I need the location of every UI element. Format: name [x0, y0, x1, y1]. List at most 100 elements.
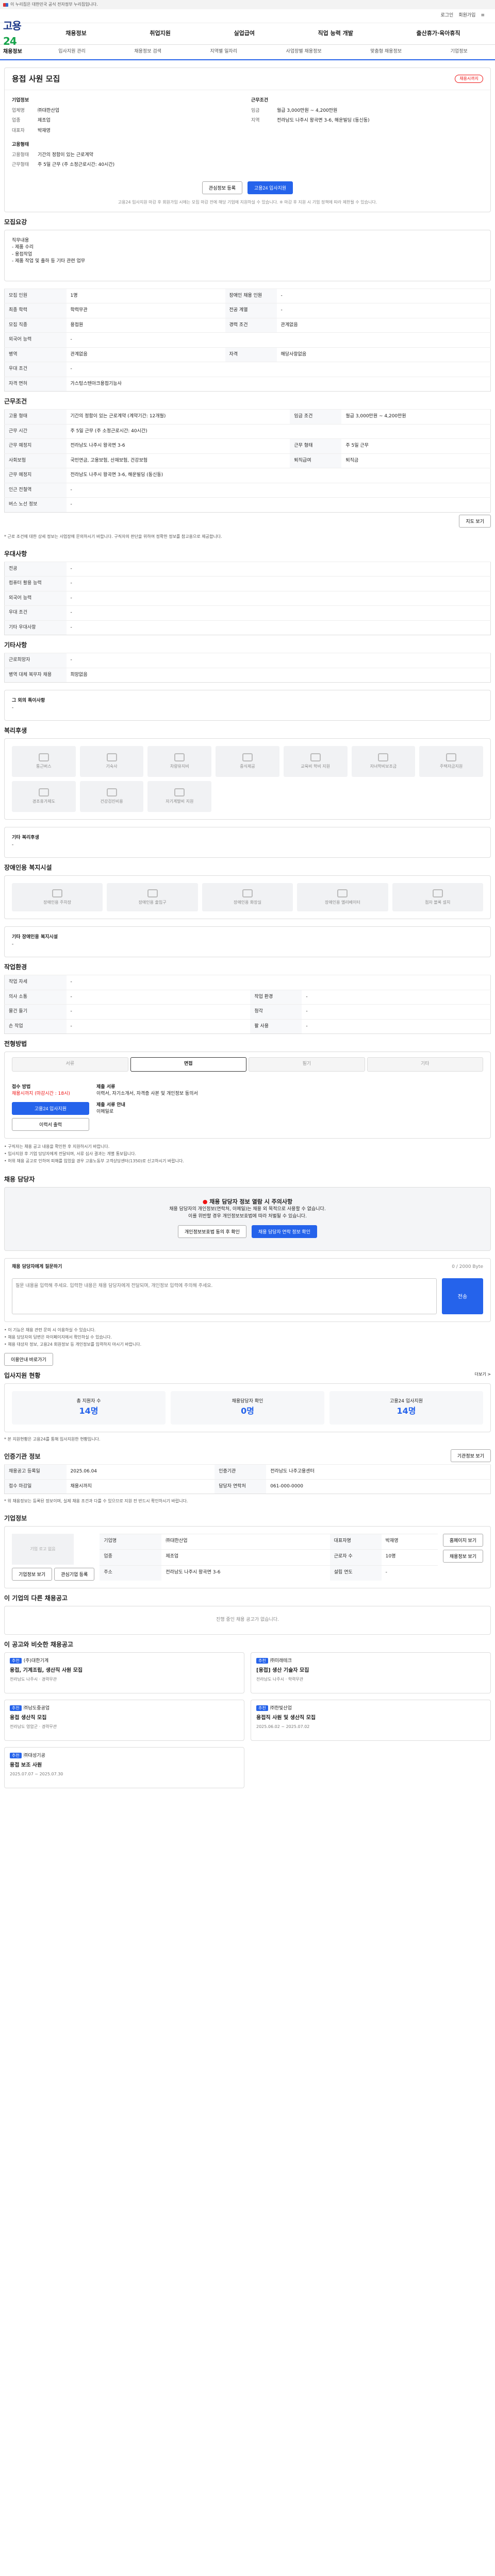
status-more-link[interactable]: 더보기 > [475, 1371, 491, 1378]
subnav-item[interactable]: 기업정보 [451, 48, 468, 56]
facility-item: 장애인용 화장실 [202, 883, 293, 911]
row-value: 국민연금, 고용보험, 산재보험, 건강보험 [66, 453, 290, 468]
info-value: 박재영 [38, 128, 51, 133]
join-link[interactable]: 회원가입 [458, 12, 475, 20]
row-value: 전라남도 나주시 왕곡면 3-6 [161, 1565, 330, 1581]
info-row: 임금 월급 3,000만원 ~ 4,200만원 [251, 108, 483, 115]
recommend-card[interactable]: 추천 ㈜미래테크 [용접] 생산 기술자 모집 전라남도 나주시 · 학력무관 [251, 1652, 491, 1693]
row-key-2: 전공 계열 [225, 303, 277, 318]
detail-line: - 제품 수리 [12, 245, 34, 250]
menu-icon[interactable]: ≡ [481, 12, 485, 20]
recommend-card[interactable]: 추천 ㈜한빛산업 용접직 사원 및 생산직 모집 2025.06.02 ~ 2025.… [251, 1699, 491, 1741]
subnav-item[interactable]: 지역별 일자리 [210, 48, 237, 56]
company-info-button[interactable]: 기업정보 보기 [12, 1568, 53, 1581]
subnav-item[interactable]: 맞춤형 채용정보 [370, 48, 402, 56]
recommend-card[interactable]: 추천 (주)대한기계 용접, 기계조립, 생산직 사원 모집 전라남도 나주시 · 경… [4, 1652, 244, 1693]
method-tabs: 서류 면접 필기 기타 [5, 1052, 490, 1077]
row-value: - [66, 497, 491, 512]
section-status: 입사지원 현황 [4, 1371, 41, 1379]
recommend-company: (주)대한기계 [23, 1658, 49, 1664]
scrap-button[interactable]: 관심정보 등록 [202, 181, 242, 194]
welfare-icon [38, 788, 49, 796]
row-key: 병역 [4, 347, 67, 362]
question-input[interactable] [12, 1278, 437, 1314]
welfare-icon [106, 753, 117, 761]
row-value: - [66, 975, 491, 990]
table-row: 컴퓨터 활용 능력 - [4, 576, 491, 591]
table-row: 병역 대체 복무자 채용 희망없음 [4, 667, 491, 683]
menu-item[interactable]: 출산휴가·육아휴직 [417, 29, 460, 38]
tab-3[interactable]: 기타 [367, 1057, 483, 1072]
row-value: 희망없음 [66, 667, 491, 683]
agree-button[interactable]: 개인정보보호법 동의 후 확인 [178, 1225, 246, 1238]
recommend-card[interactable]: 추천 ㈜대성기공 용접 보조 사원 2025.07.07 ~ 2025.07.30 [4, 1747, 244, 1788]
homepage-button[interactable]: 홈페이지 보기 [442, 1534, 483, 1547]
welfare-box-title: 기타 복리후생 [12, 835, 39, 840]
table-row: 고용 형태 기간의 정함이 있는 근로계약 (계약기간: 12개월) 임금 조건 월급… [4, 409, 491, 424]
subnav-item[interactable]: 채용정보 검색 [134, 48, 161, 56]
row-value: 학력무관 [66, 303, 225, 318]
row-value-2: 퇴직금 [341, 453, 491, 468]
docs-value: 이력서, 자기소개서, 자격증 사본 및 개인정보 동의서 [96, 1091, 198, 1096]
row-value: - [66, 1004, 251, 1019]
print-resume-button[interactable]: 이력서 출력 [12, 1117, 89, 1131]
main-menu: 채용정보 취업지원 실업급여 직업 능력 개발 출산휴가·육아휴직 [34, 29, 492, 38]
recommend-title: 용접, 기계조립, 생산직 사원 모집 [10, 1668, 83, 1673]
facility-icon [337, 889, 348, 897]
site-logo[interactable]: 고용24 [3, 18, 34, 49]
table-row: 모집 인원 1명 장애인 채용 인원 - [4, 288, 491, 303]
recommend-card[interactable]: 추천 ㈜남도중공업 용접 생산직 모집 전라남도 영암군 · 경력무관 [4, 1699, 244, 1741]
method-notes: • 구직자는 채용 공고 내용을 확인한 후 지원하시기 바랍니다. • 입사지원… [4, 1139, 491, 1170]
reg-info-button[interactable]: 기관정보 보기 [450, 1449, 491, 1462]
row-value: 기간의 정함이 있는 근로계약 (계약기간: 12개월) [66, 409, 290, 424]
note-line: • 입사지원 후 기업 담당자에게 전달되며, 서류 심사 결과는 개별 통보됩… [4, 1151, 137, 1156]
guide-link[interactable]: 이용안내 바로가기 [4, 1352, 53, 1366]
subnav-item[interactable]: 사업장별 채용정보 [286, 48, 322, 56]
login-link[interactable]: 로그인 [440, 12, 453, 20]
follow-company-button[interactable]: 관심기업 등록 [54, 1568, 95, 1581]
row-key: 손 작업 [4, 1019, 67, 1034]
company-label: 기업정보 [12, 98, 29, 103]
menu-item[interactable]: 채용정보 [65, 29, 86, 38]
row-key-2: 청각 [250, 1004, 302, 1019]
welfare-label: 경조휴가제도 [32, 799, 55, 804]
row-value: 가스텅스텐아크용접기능사 [66, 376, 491, 392]
menu-item[interactable]: 실업급여 [234, 29, 254, 38]
welfare-item: 통근버스 [12, 746, 76, 777]
row-key: 전공 [4, 561, 67, 577]
view-contact-button[interactable]: 채용 담당자 연락 정보 확인 [251, 1225, 317, 1238]
job-summary-card: 용접 사원 모집 채용시까지 기업정보 업체명 ㈜대한산업 업종 제조업 대표자 박재영 … [4, 67, 491, 212]
prefer-table: 전공 - 컴퓨터 활용 능력 - 외국어 능력 - 우대 조건 - 기타 우대사항 - [4, 561, 491, 635]
row-value-2: 주 5일 근무 [341, 438, 491, 453]
menu-item[interactable]: 취업지원 [150, 29, 170, 38]
tab-0[interactable]: 서류 [12, 1057, 128, 1072]
row-value-2: 월급 3,000만원 ~ 4,200만원 [341, 409, 491, 424]
warning-icon: ● [202, 1198, 210, 1205]
row-key-2: 담당자 연락처 [214, 1479, 267, 1494]
row-key: 병역 대체 복무자 채용 [4, 667, 67, 683]
row-value: - [66, 653, 491, 668]
welfare-label: 차량유지비 [170, 764, 189, 769]
recommend-company: ㈜남도중공업 [23, 1705, 50, 1711]
detail-line: - 제품 작업 및 출하 등 기타 관련 업무 [12, 259, 86, 264]
info-value: 월급 3,000만원 ~ 4,200만원 [277, 108, 338, 113]
recommend-badge: 추천 [256, 1705, 268, 1711]
map-button[interactable]: 지도 보기 [459, 514, 491, 528]
etc-box: 그 외의 특이사항 - [4, 690, 491, 721]
question-submit-button[interactable]: 전송 [442, 1278, 483, 1314]
facility-item: 점자 블록 설치 [392, 883, 483, 911]
company-jobs-button[interactable]: 채용정보 보기 [442, 1550, 483, 1563]
row-key-2: 장애인 채용 인원 [225, 288, 277, 303]
tab-1[interactable]: 면접 [130, 1057, 246, 1072]
apply-button-2[interactable]: 고용24 입사지원 [12, 1101, 89, 1115]
table-row: 사회보험 국민연금, 고용보험, 산재보험, 건강보험 퇴직급여 퇴직금 [4, 453, 491, 468]
subnav-item[interactable]: 입사지원 관리 [58, 48, 86, 56]
info-row: 업종 제조업 [12, 117, 244, 125]
tab-2[interactable]: 필기 [249, 1057, 365, 1072]
disability-box: 기타 장애인용 복지시설 - [4, 926, 491, 957]
table-row: 근무 시간 주 5일 근무 (주 소정근로시간: 40시간) [4, 423, 491, 439]
apply-button[interactable]: 고용24 입사지원 [247, 181, 293, 194]
menu-item[interactable]: 직업 능력 개발 [318, 29, 353, 38]
facility-icon [147, 889, 158, 897]
manager-line2: 이를 위반할 경우 개인정보보호법에 따라 처벌될 수 있습니다. [188, 1213, 307, 1219]
